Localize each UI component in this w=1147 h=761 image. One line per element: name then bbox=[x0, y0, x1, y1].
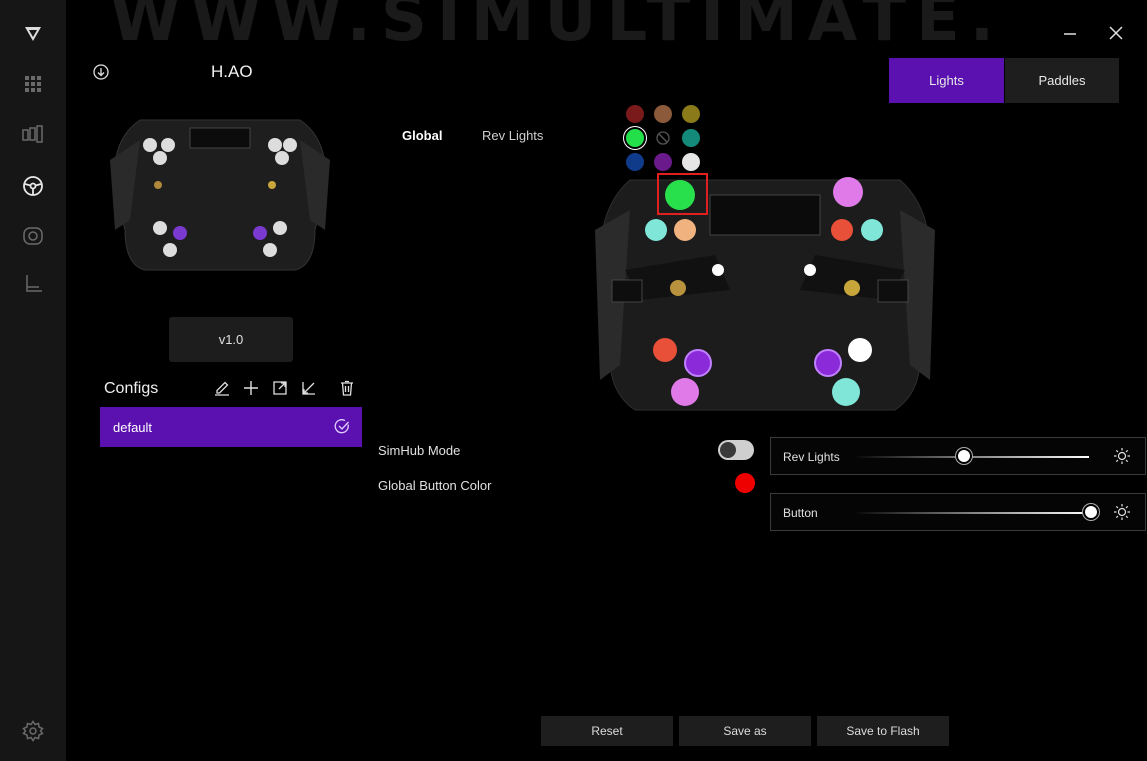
tab-paddles[interactable]: Paddles bbox=[1005, 58, 1119, 103]
firmware-download-icon[interactable] bbox=[93, 64, 109, 85]
global-button-color-swatch[interactable] bbox=[735, 473, 755, 493]
tab-global[interactable]: Global bbox=[402, 128, 442, 143]
color-swatch-green[interactable] bbox=[626, 129, 644, 147]
app-logo-icon bbox=[19, 20, 47, 48]
import-icon[interactable] bbox=[299, 378, 319, 398]
tab-lights[interactable]: Lights bbox=[889, 58, 1004, 103]
color-swatch-teal[interactable] bbox=[682, 129, 700, 147]
global-button-color-label: Global Button Color bbox=[378, 478, 492, 493]
rev-lights-slider-label: Rev Lights bbox=[783, 450, 840, 464]
wheelbase-icon[interactable] bbox=[19, 222, 47, 250]
grid-icon[interactable] bbox=[19, 70, 47, 98]
tab-rev-lights[interactable]: Rev Lights bbox=[482, 128, 543, 143]
simhub-mode-toggle[interactable] bbox=[718, 440, 754, 460]
slider-track[interactable] bbox=[857, 456, 1089, 458]
slider-thumb[interactable] bbox=[1083, 504, 1099, 520]
minimize-button[interactable] bbox=[1055, 18, 1085, 48]
pedals-icon[interactable] bbox=[19, 120, 47, 148]
configs-label: Configs bbox=[104, 380, 159, 397]
close-button[interactable] bbox=[1101, 18, 1131, 48]
button-brightness-slider[interactable]: Button bbox=[770, 493, 1146, 531]
delete-icon[interactable] bbox=[337, 378, 357, 398]
rev-lights-brightness-slider[interactable]: Rev Lights bbox=[770, 437, 1146, 475]
steering-wheel-icon[interactable] bbox=[19, 172, 47, 200]
save-as-button[interactable]: Save as bbox=[679, 716, 811, 746]
settings-gear-icon[interactable] bbox=[19, 717, 47, 745]
button-slider-label: Button bbox=[783, 506, 818, 520]
export-icon[interactable] bbox=[270, 378, 290, 398]
config-item-default[interactable]: default bbox=[100, 407, 362, 447]
config-item-label: default bbox=[113, 419, 153, 435]
slider-track[interactable] bbox=[857, 512, 1089, 514]
color-swatch-olive[interactable] bbox=[682, 105, 700, 123]
color-swatch-dark-red[interactable] bbox=[626, 105, 644, 123]
steering-wheel-image bbox=[590, 160, 940, 435]
wheel-preview-image bbox=[100, 100, 340, 305]
reset-button[interactable]: Reset bbox=[541, 716, 673, 746]
brightness-icon bbox=[1113, 503, 1131, 526]
selected-check-icon bbox=[334, 418, 350, 439]
device-title: H.AO bbox=[211, 62, 253, 81]
seat-icon[interactable] bbox=[19, 270, 47, 298]
save-to-flash-button[interactable]: Save to Flash bbox=[817, 716, 949, 746]
no-color-icon[interactable] bbox=[654, 129, 672, 147]
add-icon[interactable] bbox=[241, 378, 261, 398]
version-button[interactable]: v1.0 bbox=[169, 317, 293, 362]
toggle-knob bbox=[720, 442, 736, 458]
watermark: WWW.SIMULTIMATE. bbox=[110, 0, 1005, 52]
color-swatch-brown[interactable] bbox=[654, 105, 672, 123]
brightness-icon bbox=[1113, 447, 1131, 470]
sidebar bbox=[0, 0, 66, 761]
simhub-mode-label: SimHub Mode bbox=[378, 443, 461, 458]
slider-thumb[interactable] bbox=[956, 448, 972, 464]
edit-icon[interactable] bbox=[212, 378, 232, 398]
